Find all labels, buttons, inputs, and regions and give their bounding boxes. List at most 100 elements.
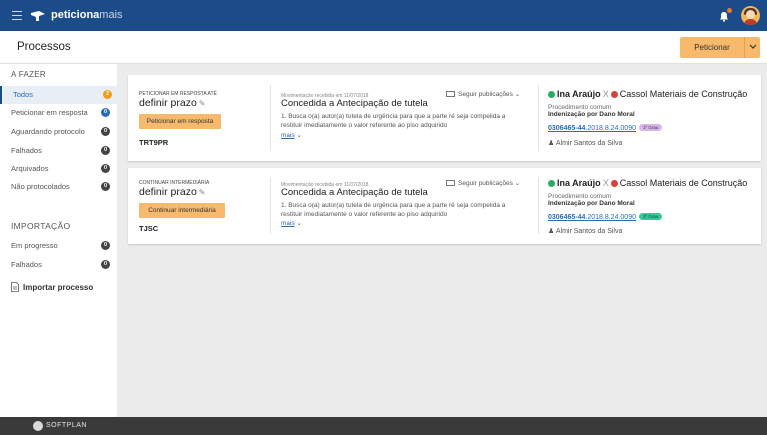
- count-badge: 2: [103, 90, 112, 99]
- procedure-name: Indenização por Dano Moral: [548, 111, 635, 118]
- section-title-a-fazer: A FAZER: [11, 70, 46, 79]
- follow-publications-button[interactable]: Seguir publicações ⌄: [446, 179, 520, 187]
- brand-name-light: mais: [99, 9, 123, 21]
- person-icon: ♟: [548, 228, 555, 235]
- process-number-rest: .2018.8.24.0090: [585, 214, 636, 221]
- sidebar: A FAZER Todos 2 Peticionar em resposta 0…: [0, 64, 117, 417]
- deadline-title[interactable]: definir prazo ✎: [139, 186, 205, 198]
- count-badge: 0: [101, 108, 110, 117]
- grau-badge: 1º Grau: [638, 124, 663, 131]
- movement-title: Concedida a Antecipação de tutela: [281, 187, 428, 198]
- deadline-text: definir prazo: [139, 97, 197, 109]
- peticionar-button[interactable]: Peticionar: [680, 37, 744, 58]
- sidebar-item-label: Peticionar em resposta: [11, 108, 88, 117]
- lawyer-name: Almir Santos da Silva: [555, 140, 623, 147]
- main-content: PETICIONAR EM RESPOSTA ATÉ definir prazo…: [117, 64, 767, 417]
- chevron-down-icon: ⌄: [514, 180, 521, 187]
- column-divider: [270, 85, 271, 151]
- minus-circle-icon: [610, 90, 618, 98]
- more-link-text: mais: [281, 220, 295, 227]
- plus-circle-icon: [548, 179, 555, 187]
- more-link[interactable]: mais ⌄: [281, 219, 302, 228]
- section-title-importacao: IMPORTAÇÃO: [11, 221, 71, 231]
- peticionamais-logo-icon: [31, 11, 45, 21]
- count-badge: 0: [101, 127, 110, 136]
- process-number-rest: .2018.8.24.0090: [585, 125, 636, 132]
- sidebar-item-todos[interactable]: Todos 2: [0, 86, 117, 104]
- page-title: Processos: [17, 41, 71, 53]
- follow-publications-button[interactable]: Seguir publicações ⌄: [446, 90, 520, 98]
- top-navigation-bar: peticionamais: [0, 0, 767, 31]
- minus-circle-icon: [610, 179, 618, 187]
- active-party: Ina Araújo: [557, 178, 601, 188]
- passive-party: Cassol Materiais de Construção: [619, 178, 748, 188]
- sidebar-item-em-progresso[interactable]: Em progresso 0: [0, 237, 117, 255]
- procedure-name: Indenização por Dano Moral: [548, 200, 635, 207]
- peticionar-dropdown-button[interactable]: [744, 37, 760, 58]
- pencil-edit-icon[interactable]: ✎: [199, 99, 206, 108]
- sidebar-item-label: Em progresso: [11, 241, 58, 250]
- notification-dot: [727, 8, 732, 13]
- lawyer: ♟ Almir Santos da Silva: [548, 139, 622, 147]
- process-number-bold: 0306465-44: [548, 125, 586, 132]
- sidebar-item-label: Aguardando protocolo: [11, 127, 85, 136]
- active-party: Ina Araújo: [557, 89, 601, 99]
- brand-logo[interactable]: peticionamais: [51, 8, 123, 22]
- pencil-edit-icon[interactable]: ✎: [199, 188, 206, 197]
- process-card[interactable]: CONTINUAR INTERMEDIÁRIA definir prazo ✎ C…: [128, 168, 761, 244]
- versus-separator: X: [602, 89, 609, 99]
- sidebar-item-label: Falhados: [11, 146, 42, 155]
- follow-label: Seguir publicações: [458, 91, 513, 98]
- parties: Ina Araújo X Cassol Materiais de Construçã…: [548, 89, 747, 99]
- sidebar-item-importacao-falhados[interactable]: Falhados 0: [0, 256, 117, 274]
- grau-badge: 2º Grau: [638, 213, 663, 220]
- person-icon: ♟: [548, 140, 555, 147]
- more-link[interactable]: mais ⌄: [281, 131, 302, 140]
- movement-title: Concedida a Antecipação de tutela: [281, 98, 428, 109]
- procedure-type: Procedimento comum: [548, 104, 612, 111]
- peticionar-em-resposta-button[interactable]: Peticionar em resposta: [139, 114, 221, 129]
- sidebar-item-aguardando-protocolo[interactable]: Aguardando protocolo 0: [0, 123, 117, 141]
- newspaper-icon: [446, 180, 455, 187]
- court-name: TJSC: [139, 224, 159, 233]
- follow-label: Seguir publicações: [458, 180, 513, 187]
- procedure-type: Procedimento comum: [548, 193, 612, 200]
- parties: Ina Araújo X Cassol Materiais de Construçã…: [548, 178, 747, 188]
- import-process-link[interactable]: Importar processo: [23, 283, 93, 292]
- hamburger-menu-icon[interactable]: [12, 8, 22, 22]
- process-number-bold: 0306465-44: [548, 214, 586, 221]
- process-number-link[interactable]: 0306465-44.2018.8.24.0090 1º Grau: [548, 124, 663, 132]
- column-divider: [538, 178, 539, 234]
- passive-party: Cassol Materiais de Construção: [619, 89, 748, 99]
- chevron-down-icon: [749, 44, 757, 49]
- newspaper-icon: [446, 91, 455, 98]
- column-divider: [538, 85, 539, 151]
- sidebar-item-label: Não protocolados: [11, 182, 70, 191]
- movement-text: 1. Busca o(a) autor(a) tutela de urgênci…: [281, 113, 506, 129]
- more-link-text: mais: [281, 132, 295, 139]
- footer: SOFTPLAN: [0, 417, 767, 435]
- user-avatar[interactable]: [741, 6, 760, 25]
- process-card[interactable]: PETICIONAR EM RESPOSTA ATÉ definir prazo…: [128, 75, 761, 161]
- sidebar-item-arquivados[interactable]: Arquivados 0: [0, 160, 117, 178]
- sidebar-item-peticionar-em-resposta[interactable]: Peticionar em resposta 0: [0, 104, 117, 122]
- column-divider: [270, 178, 271, 234]
- continuar-intermediaria-button[interactable]: Continuar intermediária: [139, 203, 225, 218]
- deadline-title[interactable]: definir prazo ✎: [139, 97, 205, 109]
- count-badge: 0: [101, 164, 110, 173]
- sidebar-item-nao-protocolados[interactable]: Não protocolados 0: [0, 178, 117, 196]
- sidebar-item-falhados[interactable]: Falhados 0: [0, 142, 117, 160]
- import-document-icon: [11, 282, 19, 292]
- lawyer: ♟ Almir Santos da Silva: [548, 227, 622, 235]
- versus-separator: X: [602, 178, 609, 188]
- court-name: TRT9PR: [139, 138, 169, 147]
- sidebar-item-label: Todos: [13, 90, 34, 99]
- plus-circle-icon: [548, 90, 555, 98]
- count-badge: 0: [101, 260, 110, 269]
- page-header: Processos Peticionar: [0, 31, 767, 64]
- sidebar-item-label: Arquivados: [11, 164, 49, 173]
- process-number-link[interactable]: 0306465-44.2018.8.24.0090 2º Grau: [548, 213, 663, 221]
- brand-name-bold: peticiona: [51, 9, 100, 21]
- deadline-text: definir prazo: [139, 186, 197, 198]
- lawyer-name: Almir Santos da Silva: [555, 228, 623, 235]
